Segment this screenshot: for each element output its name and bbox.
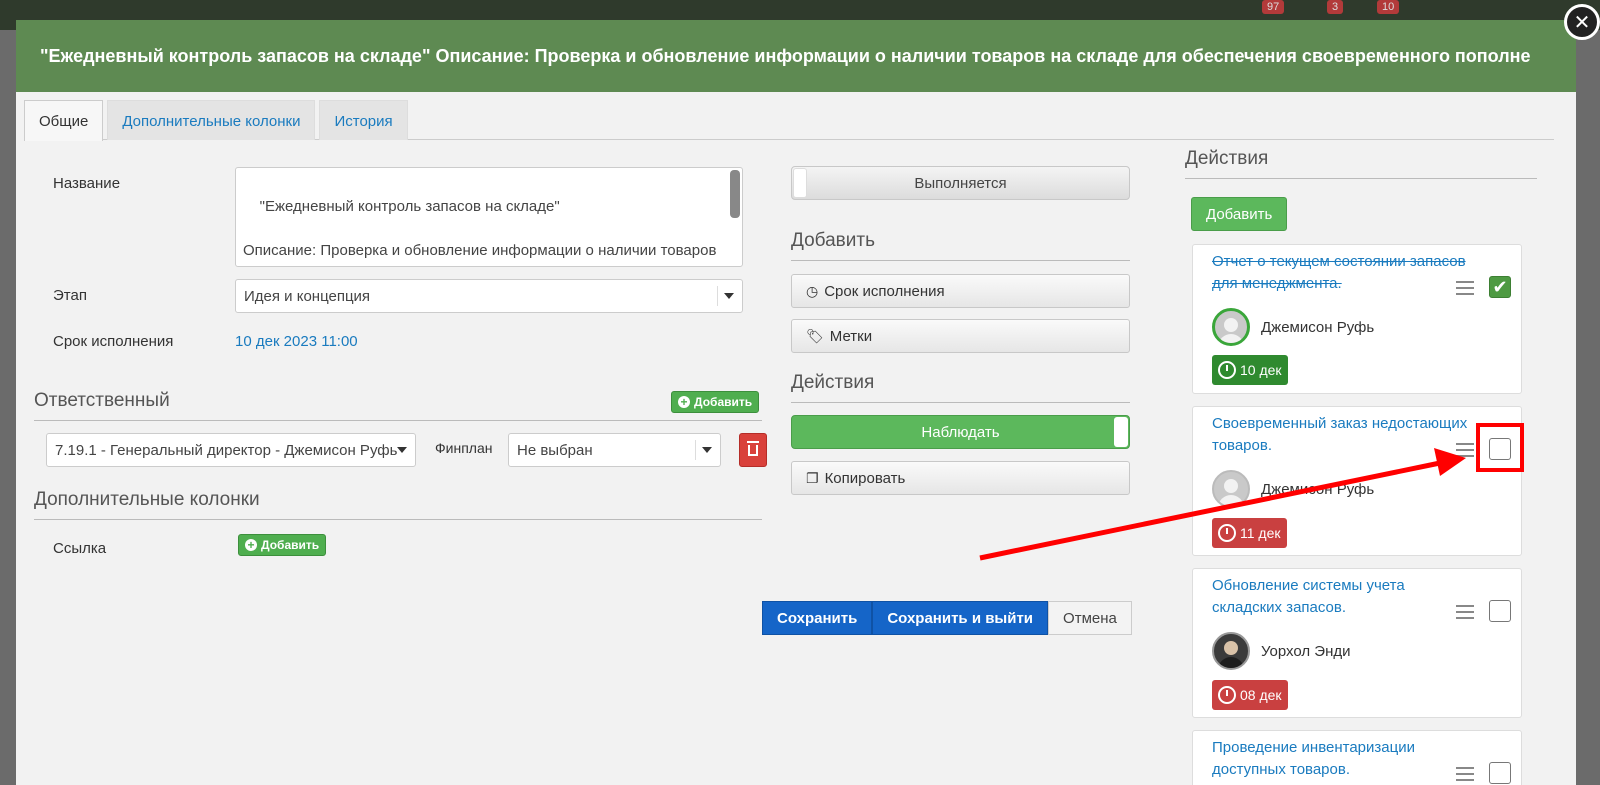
notification-badge: 10 [1377, 0, 1400, 14]
textarea-scrollbar[interactable] [730, 170, 740, 218]
action-card-title[interactable]: Обновление системы учета складских запас… [1212, 575, 1474, 619]
action-card-title[interactable]: Своевременный заказ недостающих товаров. [1212, 413, 1474, 457]
clock-icon [1218, 686, 1236, 704]
status-text: Выполняется [914, 174, 1007, 192]
tab-bar: Общие Дополнительные колонки История [24, 100, 1554, 141]
finplan-label: Финплан [435, 440, 493, 456]
actions-panel-title: Действия [1185, 148, 1537, 179]
action-done-checkbox[interactable] [1489, 762, 1511, 784]
chevron-down-icon [724, 293, 734, 299]
name-label: Название [53, 175, 121, 192]
annotation-highlight-box [1476, 423, 1524, 472]
due-date-badge: 10 дек [1212, 355, 1288, 385]
save-button-group: Сохранить Сохранить и выйти Отмена [762, 601, 1132, 635]
action-card: Своевременный заказ недостающих товаров.… [1192, 406, 1522, 556]
task-modal: "Ежедневный контроль запасов на складе" … [16, 20, 1576, 785]
link-label: Ссылка [53, 540, 107, 557]
responsible-select[interactable]: 7.19.1 - Генеральный директор - Джемисон… [46, 433, 416, 467]
modal-header: "Ежедневный контроль запасов на складе" … [16, 20, 1576, 92]
add-section-title: Добавить [791, 230, 1130, 261]
settings-sliders-icon[interactable] [1456, 767, 1474, 781]
add-link-button[interactable]: + Добавить [238, 534, 327, 556]
tab-extra-columns[interactable]: Дополнительные колонки [107, 100, 316, 140]
action-card: Отчет о текущем состоянии запасов для ме… [1192, 244, 1522, 394]
chevron-down-icon [397, 447, 407, 453]
tab-history[interactable]: История [319, 100, 408, 140]
action-card: Проведение инвентаризации доступных това… [1192, 730, 1522, 785]
chevron-down-icon [702, 447, 712, 453]
modal-title: "Ежедневный контроль запасов на складе" … [40, 45, 1531, 66]
deadline-label: Срок исполнения [53, 333, 174, 350]
plus-icon: + [678, 396, 690, 408]
settings-sliders-icon[interactable] [1456, 281, 1474, 295]
name-text: "Ежедневный контроль запасов на складе" … [243, 198, 717, 266]
action-done-checkbox[interactable]: ✔ [1489, 276, 1511, 298]
assignee-name: Уорхол Энди [1261, 643, 1351, 660]
deadline-link[interactable]: 10 дек 2023 11:00 [235, 333, 358, 350]
avatar [1212, 632, 1250, 670]
settings-sliders-icon[interactable] [1456, 605, 1474, 619]
add-action-button[interactable]: Добавить [1191, 197, 1288, 231]
extra-columns-section-title: Дополнительные колонки [34, 489, 762, 520]
trash-icon [747, 440, 759, 456]
avatar [1212, 308, 1250, 346]
clock-icon [1218, 524, 1236, 542]
deadline-button[interactable]: ◷ Срок исполнения [791, 274, 1130, 308]
close-modal-button[interactable]: ✕ [1564, 4, 1600, 40]
settings-sliders-icon[interactable] [1456, 443, 1474, 457]
save-button[interactable]: Сохранить [762, 601, 873, 635]
assignee-name: Джемисон Руфь [1261, 319, 1375, 336]
stage-select[interactable]: Идея и концепция [235, 279, 743, 313]
due-date-badge: 11 дек [1212, 518, 1287, 548]
notification-badge: 3 [1327, 0, 1344, 14]
toggle-knob [793, 168, 807, 198]
actions-section-title: Действия [791, 372, 1130, 403]
toggle-knob [1114, 417, 1128, 447]
tab-general[interactable]: Общие [24, 100, 104, 141]
responsible-value: 7.19.1 - Генеральный директор - Джемисон… [55, 441, 398, 459]
status-toggle[interactable]: Выполняется [791, 166, 1130, 200]
finplan-select[interactable]: Не выбран [508, 433, 721, 467]
assignee-name: Джемисон Руфь [1261, 481, 1375, 498]
stage-value: Идея и концепция [244, 287, 371, 305]
finplan-value: Не выбран [517, 441, 593, 459]
clock-icon: ◷ [806, 282, 819, 299]
watch-toggle[interactable]: Наблюдать [791, 415, 1130, 449]
avatar [1212, 470, 1250, 508]
copy-button[interactable]: ❐ Копировать [791, 461, 1130, 495]
add-responsible-button[interactable]: + Добавить [671, 391, 760, 413]
clock-icon [1218, 361, 1236, 379]
save-and-exit-button[interactable]: Сохранить и выйти [872, 601, 1049, 635]
due-date-badge: 08 дек [1212, 680, 1288, 710]
action-card: Обновление системы учета складских запас… [1192, 568, 1522, 718]
background-page-left [0, 30, 16, 785]
tags-button[interactable]: 🏷 Метки [791, 319, 1130, 353]
name-textarea[interactable]: "Ежедневный контроль запасов на складе" … [235, 167, 743, 267]
plus-icon: + [245, 539, 257, 551]
tag-icon: 🏷 [806, 327, 824, 344]
delete-responsible-button[interactable] [739, 433, 767, 467]
stage-label: Этап [53, 287, 87, 304]
responsible-section-title: Ответственный [34, 390, 762, 421]
copy-icon: ❐ [806, 469, 819, 486]
action-done-checkbox[interactable] [1489, 600, 1511, 622]
action-card-title[interactable]: Отчет о текущем состоянии запасов для ме… [1212, 251, 1474, 295]
cancel-button[interactable]: Отмена [1048, 601, 1132, 635]
action-card-title[interactable]: Проведение инвентаризации доступных това… [1212, 737, 1474, 781]
notification-badge: 97 [1262, 0, 1285, 14]
